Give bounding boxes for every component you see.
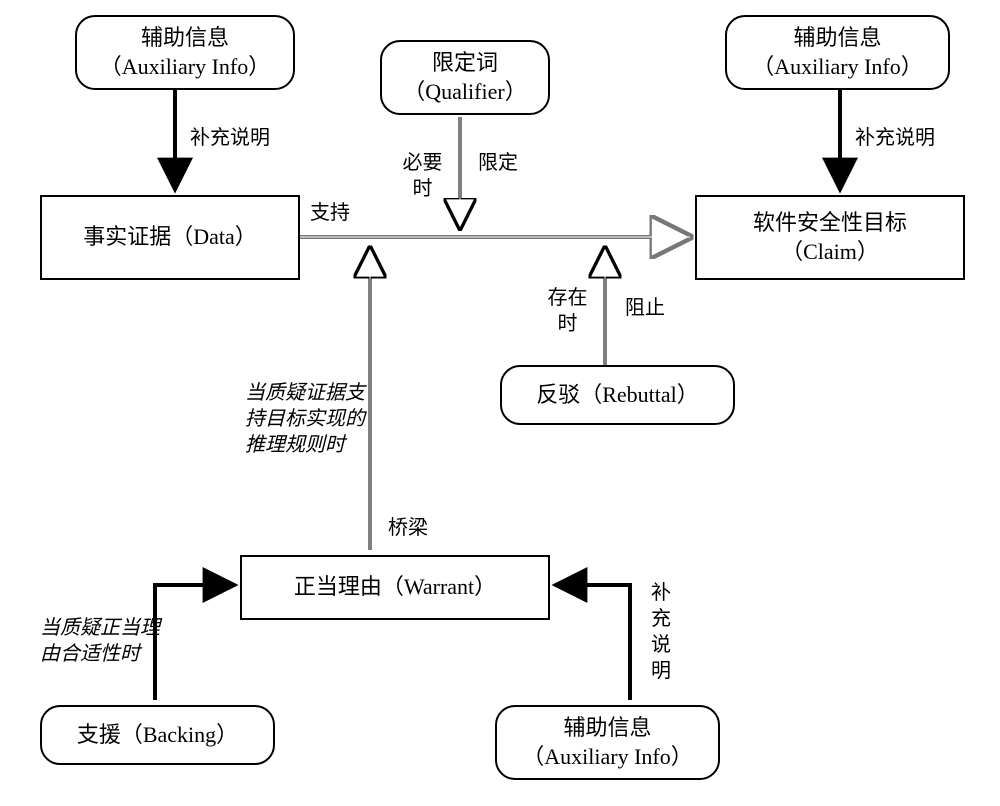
node-backing: 支援（Backing）: [40, 705, 275, 765]
label-warrant-note: 当质疑证据支持目标实现的推理规则时: [245, 380, 365, 458]
aux-left-cn: 辅助信息: [141, 25, 229, 50]
label-rebuttal-when: 存在时: [540, 285, 595, 337]
node-data: 事实证据（Data）: [40, 195, 300, 280]
label-qualifier-limit: 限定: [478, 150, 518, 176]
label-rebuttal-block: 阻止: [625, 295, 665, 321]
label-support: 支持: [310, 200, 350, 226]
qualifier-en: （Qualifier）: [403, 79, 526, 104]
label-backing-note: 当质疑正当理由合适性时: [40, 615, 170, 667]
data-text: 事实证据（Data）: [83, 223, 257, 252]
node-aux-info-bottom: 辅助信息 （Auxiliary Info）: [495, 705, 720, 780]
label-aux-to-data: 补充说明: [190, 125, 270, 151]
label-qualifier-when: 必要时: [395, 150, 450, 202]
node-aux-info-left: 辅助信息 （Auxiliary Info）: [75, 15, 295, 90]
node-qualifier: 限定词 （Qualifier）: [380, 40, 550, 115]
node-rebuttal: 反驳（Rebuttal）: [500, 365, 735, 425]
warrant-text: 正当理由（Warrant）: [294, 573, 496, 602]
node-warrant: 正当理由（Warrant）: [240, 555, 550, 620]
rebuttal-text: 反驳（Rebuttal）: [536, 381, 699, 410]
label-aux-to-warrant: 补充说明: [650, 580, 672, 684]
label-aux-to-claim: 补充说明: [855, 125, 935, 151]
aux-left-en: （Auxiliary Info）: [100, 54, 270, 79]
qualifier-cn: 限定词: [432, 50, 498, 75]
node-aux-info-right: 辅助信息 （Auxiliary Info）: [725, 15, 950, 90]
aux-right-cn: 辅助信息: [793, 25, 881, 50]
aux-right-en: （Auxiliary Info）: [752, 54, 922, 79]
node-claim: 软件安全性目标 （Claim）: [695, 195, 965, 280]
claim-cn: 软件安全性目标: [753, 210, 907, 235]
claim-en: （Claim）: [781, 239, 879, 264]
backing-text: 支援（Backing）: [77, 721, 238, 750]
aux-bottom-en: （Auxiliary Info）: [522, 744, 692, 769]
label-bridge: 桥梁: [388, 515, 428, 541]
aux-bottom-cn: 辅助信息: [563, 715, 651, 740]
